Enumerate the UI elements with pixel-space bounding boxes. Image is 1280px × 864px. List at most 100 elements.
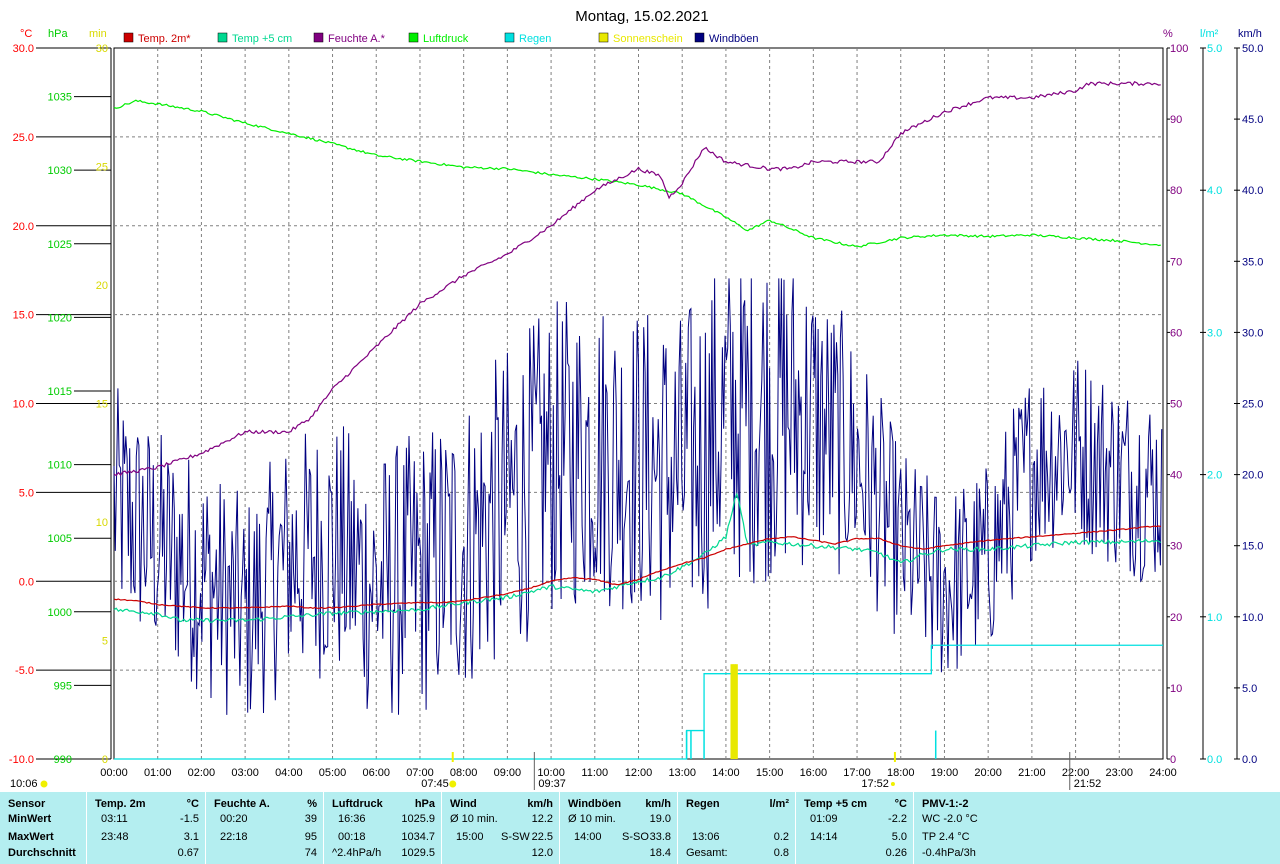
- x-tick-label: 16:00: [800, 767, 828, 779]
- stats-max-label: MaxWert: [8, 831, 54, 843]
- sun-unit-label: min: [89, 28, 107, 40]
- wind-tick-label: 0.0: [1242, 754, 1257, 766]
- pmv-dewpoint: TP 2.4 °C: [922, 831, 970, 843]
- legend-label: Windböen: [709, 33, 759, 45]
- pmv-windchill: WC -2.0 °C: [922, 813, 978, 825]
- gusts-max-time: 14:00: [574, 831, 602, 843]
- stats-rain: Regen l/m² 13:06 0.2 Gesamt: 0.8: [677, 792, 795, 864]
- stats-sensor-label: Sensor: [8, 798, 46, 810]
- x-tick-label: 21:00: [1018, 767, 1046, 779]
- x-tick-label: 11:00: [581, 767, 608, 779]
- legend-label: Feuchte A.*: [328, 33, 386, 45]
- wind-max-value: 22.5: [531, 831, 553, 843]
- temp-tick-label: 25.0: [13, 132, 34, 144]
- stats-temp2m: Temp. 2m °C 03:11 -1.5 23:48 3.1 0.67: [86, 792, 205, 864]
- moonset-time: 21:52: [1074, 778, 1102, 790]
- x-tick-label: 12:00: [625, 767, 653, 779]
- temp-tick-label: 20.0: [13, 221, 34, 233]
- wind-tick-label: 20.0: [1242, 470, 1263, 482]
- sunset-time: 17:52: [861, 778, 889, 790]
- weather-chart: Montag, 15.02.2021 Temp. 2m* Temp +5 cm Fe…: [9, 8, 1263, 790]
- temp5cm-min-value: -2.2: [888, 813, 907, 825]
- temp2m-unit: °C: [186, 798, 199, 810]
- pressure-tick-label: 1020: [48, 312, 72, 324]
- sun-tick-label: 30: [96, 43, 108, 55]
- wind-avg10-label: Ø 10 min.: [450, 813, 498, 825]
- humidity-tick-label: 0: [1170, 754, 1176, 766]
- legend-label: Sonnenschein: [613, 33, 683, 45]
- stats-pmv: PMV-1:-2 WC -2.0 °C TP 2.4 °C -0.4hPa/3h: [913, 792, 1280, 864]
- legend-label: Luftdruck: [423, 33, 469, 45]
- pressure-unit: hPa: [414, 798, 435, 810]
- gusts-avg10-value: 19.0: [649, 813, 671, 825]
- legend-swatch: [504, 32, 515, 43]
- statistics-panel: Sensor MinWert MaxWert Durchschnitt Temp…: [0, 792, 1280, 864]
- x-tick-label: 18:00: [887, 767, 915, 779]
- x-tick-label: 03:00: [231, 767, 259, 779]
- rain-total: 0.8: [773, 847, 789, 859]
- rain-tick-label: 3.0: [1207, 327, 1222, 339]
- stats-humidity: Feuchte A.% 00:20 39 22:18 95 74: [205, 792, 323, 864]
- x-tick-label: 23:00: [1106, 767, 1134, 779]
- sunrise-icon: [449, 780, 457, 788]
- rain-total-label: Gesamt:: [686, 847, 728, 859]
- x-tick-label: 05:00: [319, 767, 347, 779]
- sun-tick-label: 20: [96, 280, 108, 292]
- temp5cm-min-time: 01:09: [810, 813, 838, 825]
- wind-tick-label: 50.0: [1242, 43, 1263, 55]
- temp2m-title: Temp. 2m: [95, 798, 146, 810]
- temp5cm-max-time: 14:14: [810, 831, 838, 843]
- pmv-pressure-trend: -0.4hPa/3h: [922, 847, 976, 859]
- humidity-min-time: 00:20: [220, 813, 248, 825]
- x-tick-label: 01:00: [144, 767, 172, 779]
- wind-avg10-value: 12.2: [531, 813, 553, 825]
- rain-tick-label: 2.0: [1207, 470, 1222, 482]
- legend-label: Temp. 2m*: [138, 33, 191, 45]
- pressure-min-value: 1025.9: [401, 813, 435, 825]
- temp2m-avg: 0.67: [177, 847, 199, 859]
- rain-max-value: 0.2: [773, 831, 789, 843]
- stats-gusts: Windböen km/h Ø 10 min. 19.0 14:00 S-SO 33.8…: [559, 792, 677, 864]
- wind-tick-label: 10.0: [1242, 612, 1263, 624]
- x-tick-label: 09:00: [494, 767, 522, 779]
- temp2m-max-value: 3.1: [183, 831, 199, 843]
- humidity-tick-label: 40: [1170, 470, 1182, 482]
- legend-label: Regen: [519, 33, 551, 45]
- x-tick-label: 13:00: [668, 767, 696, 779]
- temp-tick-label: -5.0: [15, 665, 34, 677]
- x-tick-label: 15:00: [756, 767, 784, 779]
- humidity-tick-label: 10: [1170, 683, 1182, 695]
- wind-unit-label: km/h: [1238, 28, 1262, 40]
- humidity-title: Feuchte A.: [214, 798, 270, 810]
- wind-tick-label: 15.0: [1242, 541, 1263, 553]
- gusts-unit: km/h: [645, 798, 671, 810]
- humidity-tick-label: 60: [1170, 327, 1182, 339]
- legend-swatch: [313, 32, 324, 43]
- sun-tick-label: 0: [102, 754, 108, 766]
- humidity-tick-label: 100: [1170, 43, 1188, 55]
- temp5cm-avg: 0.26: [885, 847, 907, 859]
- stats-temp5cm: Temp +5 cm °C 01:09 -2.2 14:14 5.0 0.26: [795, 792, 913, 864]
- rain-unit-label: l/m²: [1200, 28, 1219, 40]
- wind-tick-label: 5.0: [1242, 683, 1257, 695]
- temp5cm-max-value: 5.0: [891, 831, 907, 843]
- humidity-tick-label: 80: [1170, 185, 1182, 197]
- sunrise-marker: [451, 752, 454, 762]
- pressure-max-time: 00:18: [338, 831, 366, 843]
- humidity-tick-label: 20: [1170, 612, 1182, 624]
- gusts-avg: 18.4: [649, 847, 671, 859]
- humidity-tick-label: 90: [1170, 114, 1182, 126]
- rain-tick-label: 4.0: [1207, 185, 1222, 197]
- humidity-max-time: 22:18: [220, 831, 248, 843]
- humidity-min-value: 39: [304, 813, 317, 825]
- wind-tick-label: 30.0: [1242, 327, 1263, 339]
- rain-title: Regen: [686, 798, 720, 810]
- sun-tick-label: 15: [96, 399, 108, 411]
- wind-tick-label: 40.0: [1242, 185, 1263, 197]
- sun-tick-label: 10: [96, 517, 108, 529]
- rain-tick-label: 0.0: [1207, 754, 1222, 766]
- x-tick-label: 20:00: [974, 767, 1002, 779]
- pressure-title: Luftdruck: [332, 798, 383, 810]
- pressure-tick-label: 1010: [48, 460, 72, 472]
- wind-max-direction: S-SW: [501, 831, 530, 843]
